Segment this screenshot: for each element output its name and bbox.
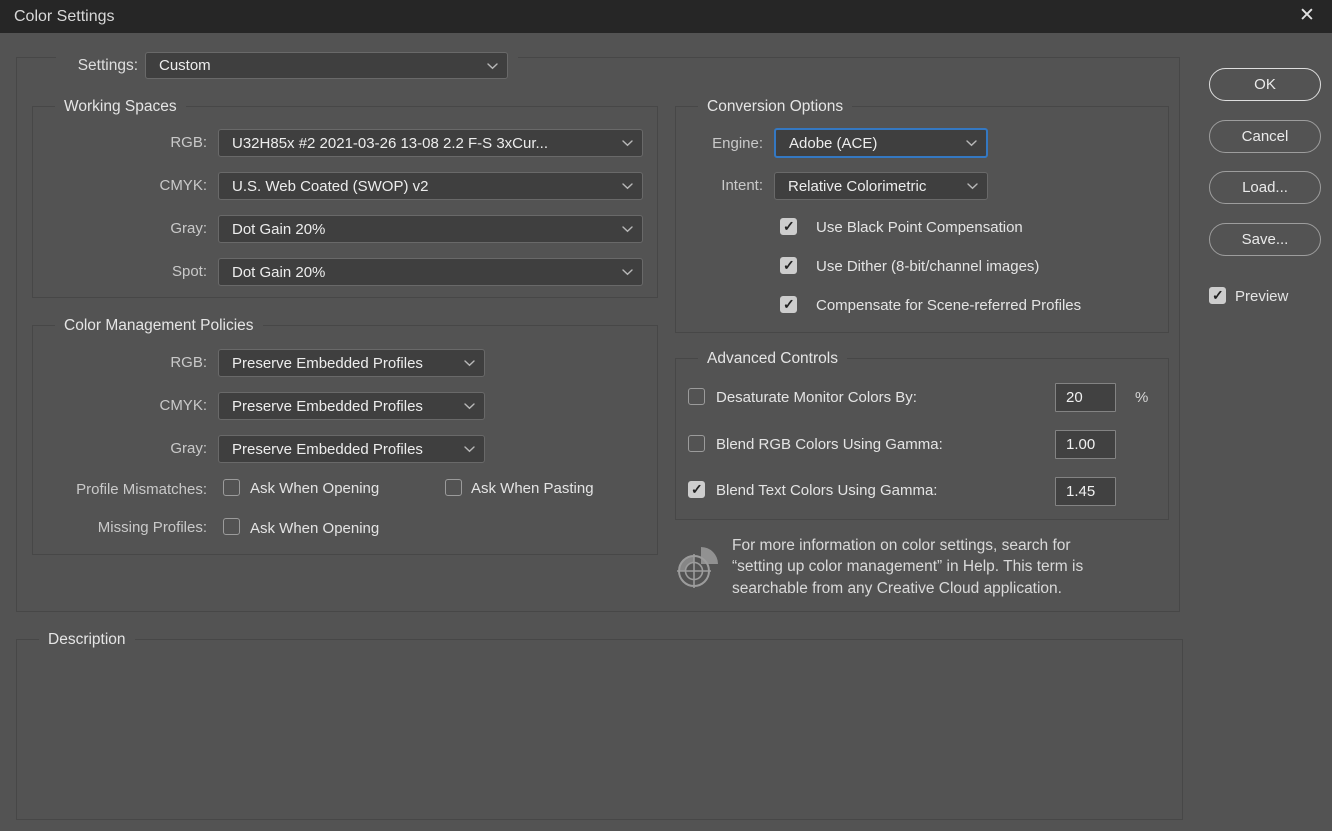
desaturate-percent-input[interactable]	[1055, 383, 1116, 412]
intent-label: Intent:	[690, 177, 763, 195]
ws-spot-label: Spot:	[60, 263, 207, 281]
ws-spot-value: Dot Gain 20%	[232, 259, 616, 285]
description-title: Description	[39, 630, 135, 650]
blend-rgb-gamma-input[interactable]	[1055, 430, 1116, 459]
policy-gray-value: Preserve Embedded Profiles	[232, 436, 458, 462]
description-groupbox: Description	[16, 639, 1183, 820]
description-content	[31, 654, 1168, 811]
policy-cmyk-value: Preserve Embedded Profiles	[232, 393, 458, 419]
ws-gray-label: Gray:	[60, 220, 207, 238]
mismatch-ask-opening-label: Ask When Opening	[250, 480, 379, 498]
mismatch-ask-opening-checkbox[interactable]	[223, 479, 240, 496]
ws-rgb-select[interactable]: U32H85x #2 2021-03-26 13-08 2.2 F-S 3xCu…	[218, 129, 643, 157]
chevron-down-icon	[622, 140, 633, 147]
dialog-title: Color Settings	[14, 0, 115, 33]
ws-rgb-value: U32H85x #2 2021-03-26 13-08 2.2 F-S 3xCu…	[232, 130, 616, 156]
intent-select[interactable]: Relative Colorimetric	[774, 172, 988, 200]
ws-gray-value: Dot Gain 20%	[232, 216, 616, 242]
blend-rgb-gamma-checkbox[interactable]	[688, 435, 705, 452]
black-point-compensation-checkbox[interactable]	[780, 218, 797, 235]
load-button[interactable]: Load...	[1209, 171, 1321, 204]
ok-button[interactable]: OK	[1209, 68, 1321, 101]
ws-cmyk-value: U.S. Web Coated (SWOP) v2	[232, 173, 616, 199]
policy-cmyk-select[interactable]: Preserve Embedded Profiles	[218, 392, 485, 420]
blend-text-gamma-checkbox[interactable]	[688, 481, 705, 498]
mismatch-ask-pasting-label: Ask When Pasting	[471, 480, 594, 498]
scene-referred-label: Compensate for Scene-referred Profiles	[816, 297, 1081, 315]
chevron-down-icon	[966, 140, 977, 147]
use-dither-label: Use Dither (8-bit/channel images)	[816, 258, 1039, 276]
desaturate-monitor-label: Desaturate Monitor Colors By:	[716, 389, 917, 407]
ws-cmyk-select[interactable]: U.S. Web Coated (SWOP) v2	[218, 172, 643, 200]
settings-value: Custom	[159, 53, 481, 78]
blend-text-gamma-input[interactable]	[1055, 477, 1116, 506]
chevron-down-icon	[464, 403, 475, 410]
engine-value: Adobe (ACE)	[789, 130, 960, 156]
preview-checkbox[interactable]	[1209, 287, 1226, 304]
chevron-down-icon	[622, 269, 633, 276]
color-management-icon	[674, 544, 720, 590]
save-button[interactable]: Save...	[1209, 223, 1321, 256]
missing-profiles-label: Missing Profiles:	[40, 519, 207, 537]
ws-spot-select[interactable]: Dot Gain 20%	[218, 258, 643, 286]
blend-text-gamma-label: Blend Text Colors Using Gamma:	[716, 482, 937, 500]
help-note-line-2: “setting up color management” in Help. T…	[732, 558, 1083, 576]
chevron-down-icon	[967, 183, 978, 190]
engine-label: Engine:	[690, 135, 763, 153]
desaturate-monitor-checkbox[interactable]	[688, 388, 705, 405]
policy-rgb-value: Preserve Embedded Profiles	[232, 350, 458, 376]
settings-label: Settings:	[56, 57, 138, 75]
chevron-down-icon	[464, 446, 475, 453]
chevron-down-icon	[622, 183, 633, 190]
missing-ask-opening-label: Ask When Opening	[250, 520, 379, 538]
profile-mismatches-label: Profile Mismatches:	[40, 481, 207, 499]
policies-title: Color Management Policies	[55, 316, 263, 336]
chevron-down-icon	[622, 226, 633, 233]
advanced-title: Advanced Controls	[698, 349, 847, 369]
policy-gray-label: Gray:	[60, 440, 207, 458]
preview-label: Preview	[1235, 288, 1288, 306]
policy-rgb-label: RGB:	[60, 354, 207, 372]
engine-select[interactable]: Adobe (ACE)	[774, 128, 988, 158]
policy-rgb-select[interactable]: Preserve Embedded Profiles	[218, 349, 485, 377]
missing-ask-opening-checkbox[interactable]	[223, 518, 240, 535]
settings-row: Settings: Custom	[56, 44, 518, 84]
working-spaces-title: Working Spaces	[55, 97, 186, 117]
scene-referred-checkbox[interactable]	[780, 296, 797, 313]
desaturate-percent-suffix: %	[1135, 389, 1148, 407]
ws-gray-select[interactable]: Dot Gain 20%	[218, 215, 643, 243]
mismatch-ask-pasting-checkbox[interactable]	[445, 479, 462, 496]
policy-cmyk-label: CMYK:	[60, 397, 207, 415]
blend-rgb-gamma-label: Blend RGB Colors Using Gamma:	[716, 436, 943, 454]
color-settings-dialog: Color Settings ✕ Settings: Custom Workin…	[0, 0, 1332, 831]
chevron-down-icon	[464, 360, 475, 367]
use-dither-checkbox[interactable]	[780, 257, 797, 274]
chevron-down-icon	[487, 63, 498, 70]
help-note-line-1: For more information on color settings, …	[732, 537, 1071, 555]
cancel-button[interactable]: Cancel	[1209, 120, 1321, 153]
black-point-compensation-label: Use Black Point Compensation	[816, 219, 1023, 237]
settings-select[interactable]: Custom	[145, 52, 508, 79]
ws-cmyk-label: CMYK:	[60, 177, 207, 195]
intent-value: Relative Colorimetric	[788, 173, 961, 199]
ws-rgb-label: RGB:	[60, 134, 207, 152]
titlebar: Color Settings ✕	[0, 0, 1332, 33]
help-note-line-3: searchable from any Creative Cloud appli…	[732, 580, 1062, 598]
close-icon[interactable]: ✕	[1288, 0, 1326, 33]
conversion-title: Conversion Options	[698, 97, 852, 117]
policy-gray-select[interactable]: Preserve Embedded Profiles	[218, 435, 485, 463]
